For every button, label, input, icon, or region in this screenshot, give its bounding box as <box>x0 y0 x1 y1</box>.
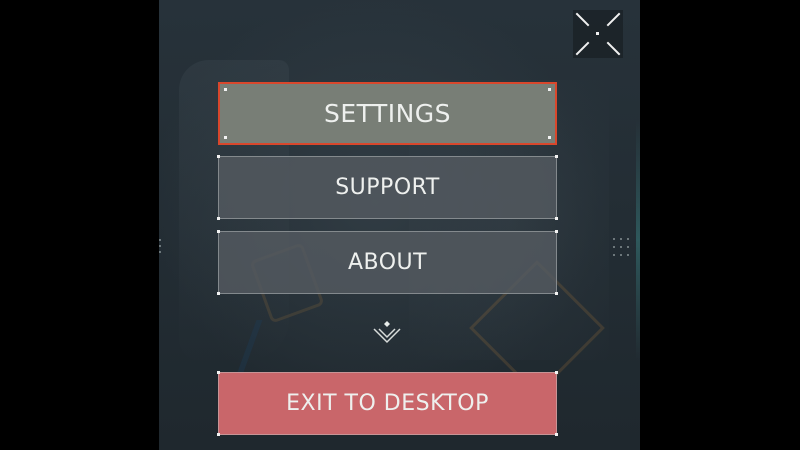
support-button-label: SUPPORT <box>335 175 440 200</box>
corner-marker <box>217 230 220 233</box>
corner-marker <box>224 88 227 91</box>
corner-marker <box>224 136 227 139</box>
corner-marker <box>555 292 558 295</box>
corner-marker <box>555 371 558 374</box>
corner-marker <box>555 155 558 158</box>
exit-to-desktop-label: EXIT TO DESKTOP <box>286 391 489 416</box>
corner-marker <box>555 230 558 233</box>
decorative-dots <box>613 238 629 256</box>
fullscreen-button[interactable] <box>573 10 623 58</box>
corner-marker <box>217 155 220 158</box>
corner-marker <box>217 371 220 374</box>
corner-marker <box>555 217 558 220</box>
support-button[interactable]: SUPPORT <box>217 155 558 220</box>
corner-marker <box>217 217 220 220</box>
exit-to-desktop-button[interactable]: EXIT TO DESKTOP <box>217 371 558 436</box>
expand-more-chevron-icon <box>373 321 401 344</box>
fullscreen-toggle-icon <box>575 12 621 56</box>
screen: SETTINGS SUPPORT ABOUT EXIT TO DESKTOP <box>0 0 800 450</box>
corner-marker <box>217 292 220 295</box>
settings-button-label: SETTINGS <box>323 99 452 128</box>
corner-marker <box>548 88 551 91</box>
about-button[interactable]: ABOUT <box>217 230 558 295</box>
corner-marker <box>217 433 220 436</box>
expand-more-button[interactable] <box>371 318 403 346</box>
decorative-dots <box>159 239 161 253</box>
corner-marker <box>548 136 551 139</box>
panel-edge-glow <box>636 120 640 360</box>
about-button-label: ABOUT <box>347 250 428 275</box>
corner-marker <box>555 433 558 436</box>
settings-button[interactable]: SETTINGS <box>218 82 557 145</box>
